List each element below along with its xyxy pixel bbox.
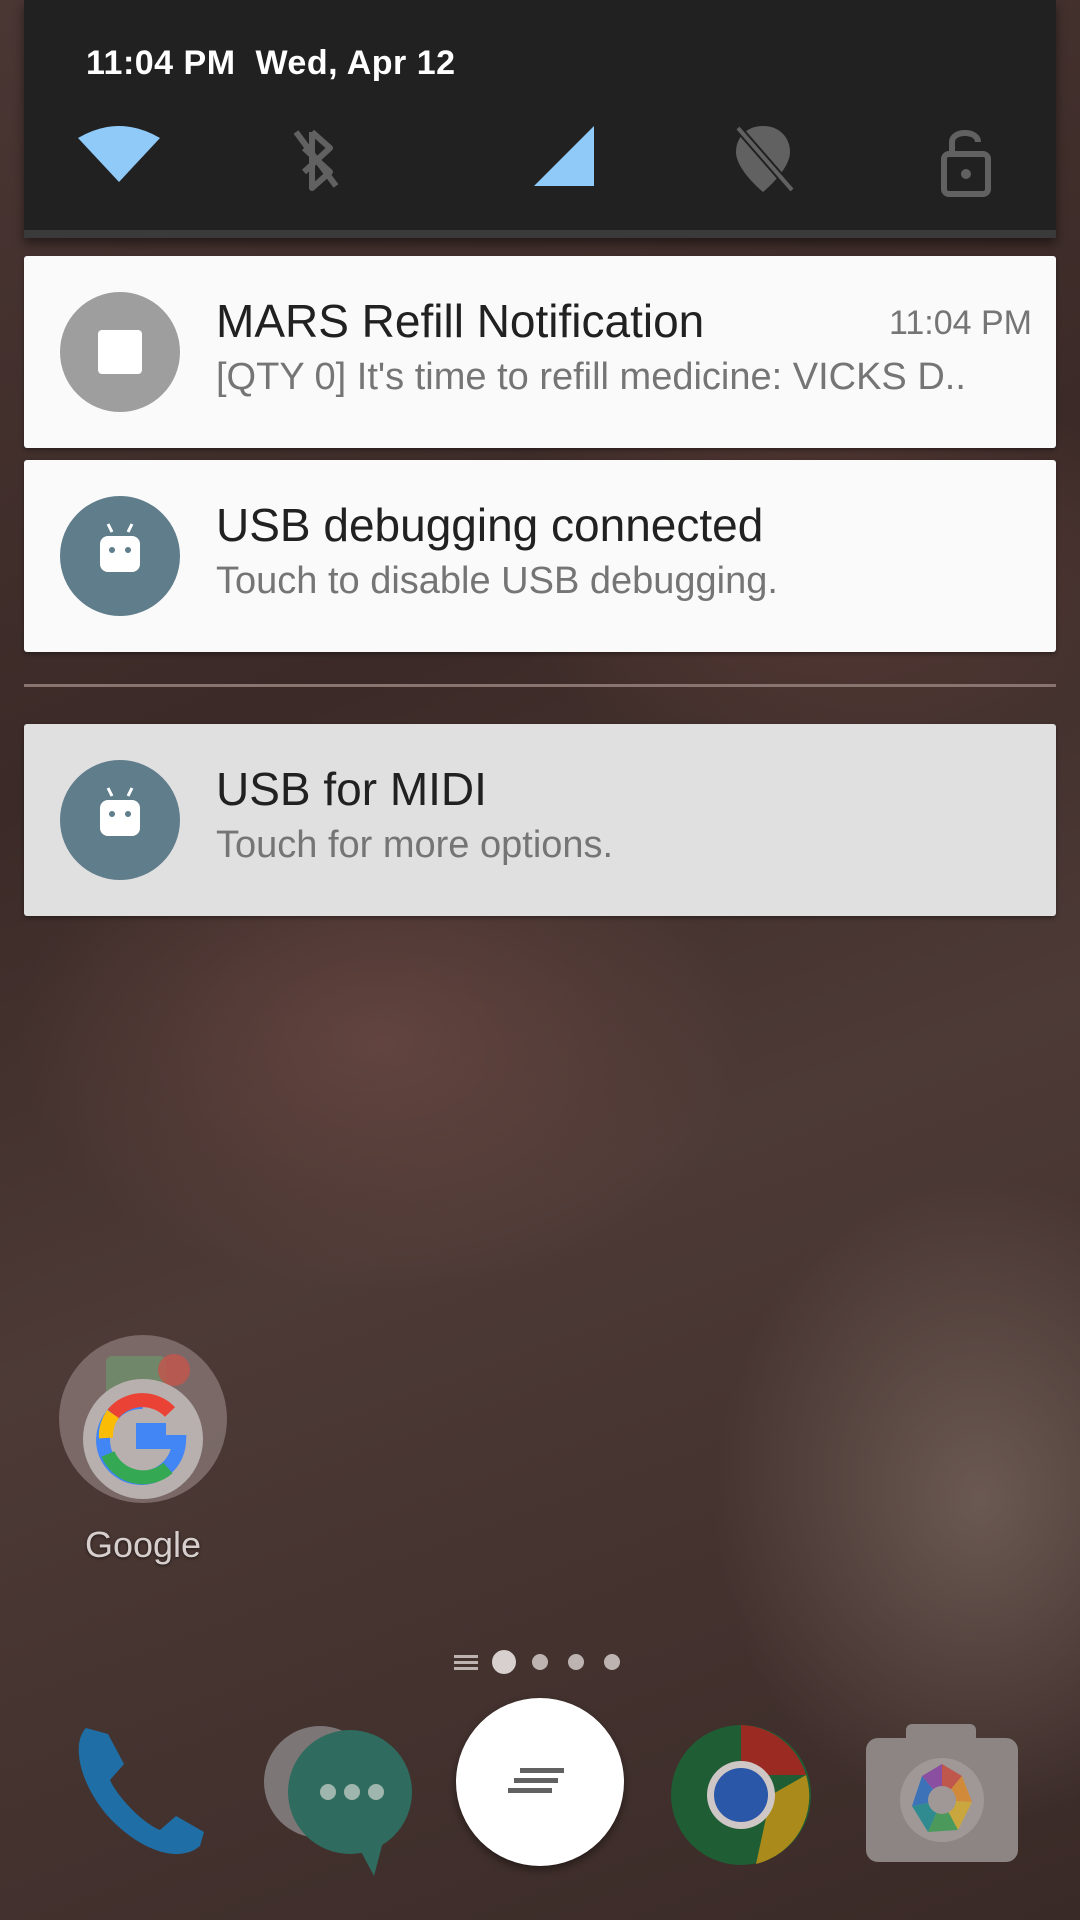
notification-body: Touch to disable USB debugging. xyxy=(216,560,778,602)
android-icon xyxy=(100,523,140,572)
page-dot[interactable] xyxy=(604,1654,620,1670)
notification-icon-circle xyxy=(60,496,180,616)
notification-icon-circle xyxy=(60,292,180,412)
chrome-icon[interactable] xyxy=(666,1720,816,1870)
notification-title: USB debugging connected xyxy=(216,499,764,551)
notification-usb-midi[interactable]: USB for MIDI Touch for more options. xyxy=(24,724,1056,916)
messenger-icon[interactable] xyxy=(258,1720,412,1876)
app-drawer-icon xyxy=(508,1768,564,1793)
notification-title: USB for MIDI xyxy=(216,763,487,815)
lock-icon[interactable] xyxy=(920,120,1010,200)
notification-mars-refill[interactable]: MARS Refill Notification 11:04 PM [QTY 0… xyxy=(24,256,1056,448)
google-folder-label: Google xyxy=(84,1524,202,1565)
camera-icon[interactable] xyxy=(862,1720,1018,1870)
notification-body: [QTY 0] It's time to refill medicine: VI… xyxy=(216,356,966,398)
notification-body: Touch for more options. xyxy=(216,824,614,866)
notification-icon-circle xyxy=(60,760,180,880)
notification-time: 11:04 PM xyxy=(888,304,1032,342)
google-folder-icon xyxy=(59,1335,227,1503)
page-dot[interactable] xyxy=(568,1654,584,1670)
all-apps-lines-icon xyxy=(454,1655,478,1670)
stop-icon xyxy=(98,330,142,374)
android-icon xyxy=(100,787,140,836)
page-indicator xyxy=(450,1650,630,1674)
google-folder[interactable]: Google xyxy=(58,1334,228,1565)
bluetooth-off-icon[interactable] xyxy=(274,120,364,200)
location-off-icon[interactable] xyxy=(718,120,808,200)
notification-usb-debugging[interactable]: USB debugging connected Touch to disable… xyxy=(24,460,1056,652)
notification-title: MARS Refill Notification xyxy=(216,295,705,347)
quick-settings-panel: 11:04 PM Wed, Apr 12 xyxy=(24,0,1056,238)
app-drawer-button[interactable] xyxy=(456,1698,624,1866)
cellular-signal-icon[interactable] xyxy=(510,120,600,200)
page-dot-active[interactable] xyxy=(492,1650,516,1674)
status-date: Wed, Apr 12 xyxy=(255,44,456,82)
notification-divider xyxy=(24,684,1056,687)
page-dot[interactable] xyxy=(532,1654,548,1670)
phone-icon[interactable] xyxy=(64,1720,214,1870)
wifi-icon[interactable] xyxy=(74,120,164,200)
status-datetime: 11:04 PM Wed, Apr 12 xyxy=(86,44,456,83)
status-time: 11:04 PM xyxy=(86,44,236,82)
